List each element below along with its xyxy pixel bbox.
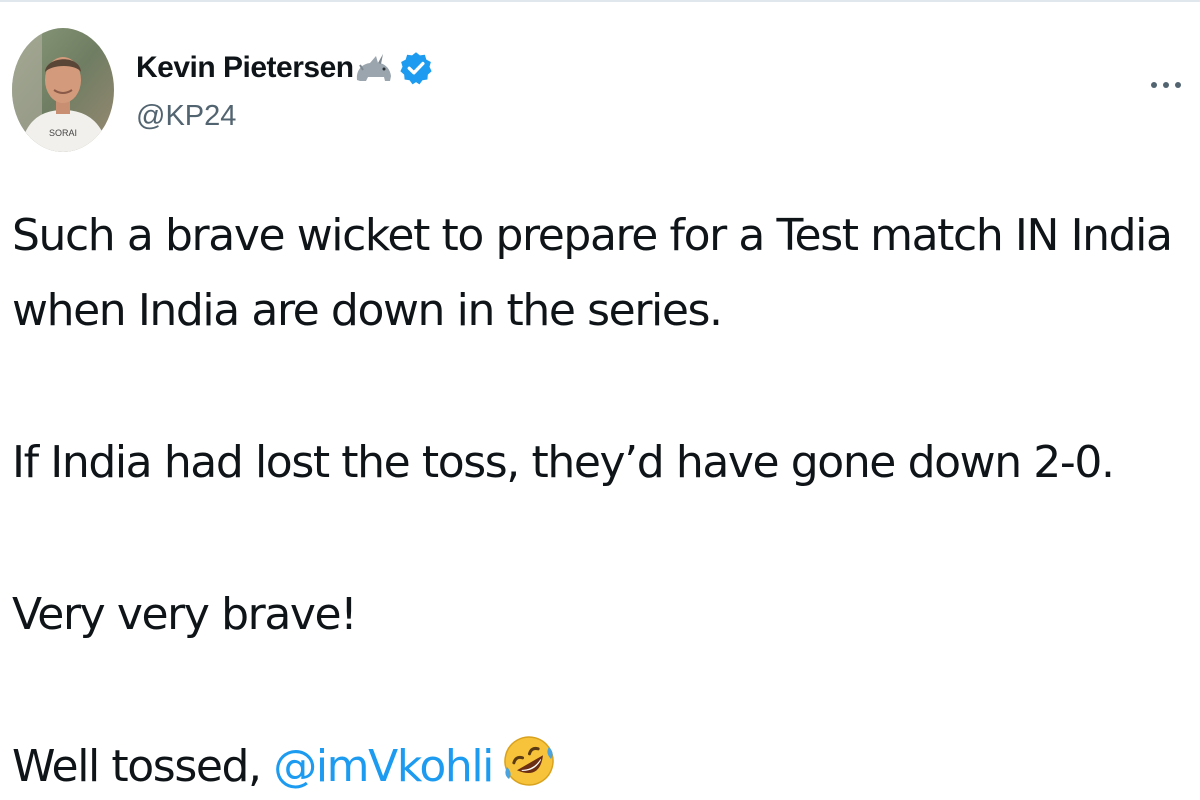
tweet-header: SORAI Kevin Pietersen @KP24: [12, 28, 1200, 158]
tweet-card: SORAI Kevin Pietersen @KP24 Such a brave…: [0, 0, 1200, 800]
name-row: Kevin Pietersen: [136, 46, 434, 90]
avatar-shirt-text: SORAI: [49, 128, 77, 138]
tweet-line-final: Well tossed, @imVkohli: [12, 729, 1190, 800]
author-info: Kevin Pietersen @KP24: [136, 46, 434, 133]
tweet-line: If India had lost the toss, they’d have …: [12, 437, 1115, 488]
rhino-icon: [354, 50, 394, 86]
rolling-on-floor-laughing-icon: [501, 733, 557, 789]
tweet-text: Such a brave wicket to prepare for a Tes…: [12, 198, 1190, 800]
tweet-line: Such a brave wicket to prepare for a Tes…: [12, 210, 1173, 261]
author-handle[interactable]: @KP24: [136, 100, 434, 133]
tweet-line: when India are down in the series.: [12, 285, 723, 336]
avatar[interactable]: SORAI: [12, 28, 114, 152]
author-name[interactable]: Kevin Pietersen: [136, 51, 354, 85]
tweet-line-prefix: Well tossed,: [12, 741, 274, 792]
mention-link[interactable]: @imVkohli: [273, 741, 494, 792]
tweet-line: Very very brave!: [12, 589, 358, 640]
verified-badge-icon: [398, 50, 434, 86]
more-options-icon[interactable]: [1148, 78, 1184, 90]
avatar-image: SORAI: [12, 28, 114, 152]
